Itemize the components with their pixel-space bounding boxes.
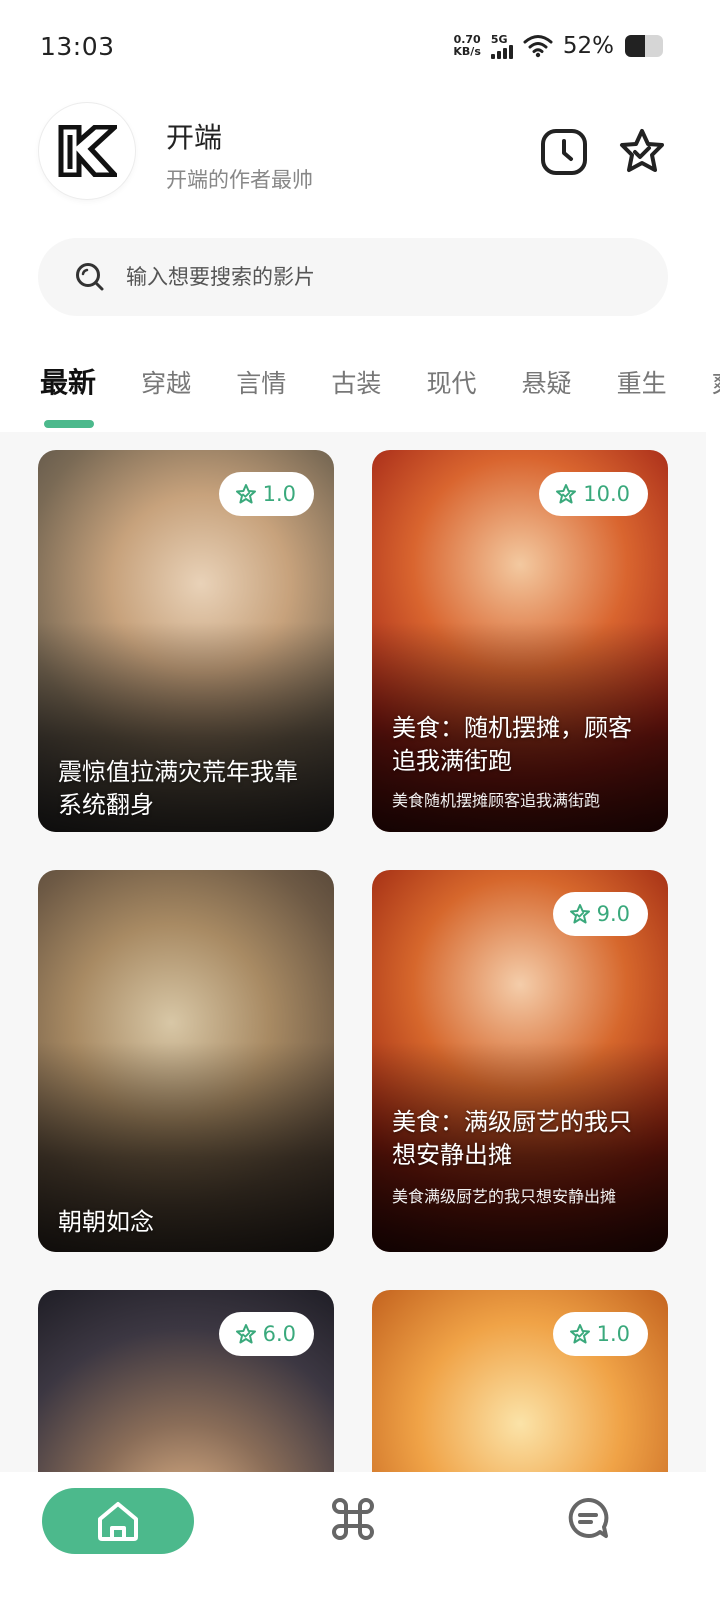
drama-title: 朝朝如念 — [58, 1208, 154, 1236]
search-icon — [74, 261, 106, 293]
status-indicators: 0.70 KB/s 5G 52% — [453, 33, 666, 59]
drama-card[interactable]: 1.0 震惊值拉满灾荒年我靠系统翻身 — [38, 450, 334, 832]
app-header: 开端 开端的作者最帅 — [38, 102, 668, 200]
star-badge-icon — [620, 129, 664, 172]
wifi-icon — [523, 34, 553, 58]
tab-costume[interactable]: 古装 — [331, 357, 381, 430]
drama-card[interactable]: 1.0 — [372, 1290, 668, 1472]
rating-value: 1.0 — [596, 1322, 630, 1346]
status-bar: 13:03 0.70 KB/s 5G 52% — [0, 0, 720, 92]
drama-title: 美食：满级厨艺的我只想安静出摊 — [392, 1108, 632, 1169]
drama-description: 美食随机摆摊顾客追我满街跑 — [392, 791, 601, 810]
app-subtitle: 开端的作者最帅 — [166, 168, 313, 192]
tab-time-travel[interactable]: 穿越 — [141, 357, 191, 430]
nav-home-button[interactable] — [42, 1488, 194, 1554]
drama-description: 美食满级厨艺的我只想安静出摊 — [392, 1187, 617, 1206]
history-button[interactable] — [538, 126, 590, 178]
app-title: 开端 — [166, 121, 223, 154]
star-icon — [569, 1324, 590, 1344]
tab-romance[interactable]: 言情 — [236, 357, 286, 430]
star-icon — [235, 484, 256, 504]
network-speed: 0.70 KB/s — [453, 34, 480, 58]
star-icon — [569, 904, 590, 924]
drama-grid: 1.0 震惊值拉满灾荒年我靠系统翻身 10.0 美食：随机摆摊，顾客追我满街跑 … — [0, 432, 706, 1472]
status-time: 13:03 — [40, 31, 115, 61]
drama-card[interactable]: 朝朝如念 — [38, 870, 334, 1252]
rating-value: 10.0 — [583, 482, 630, 506]
search-bar[interactable] — [38, 238, 668, 316]
clock-icon — [541, 129, 587, 175]
star-icon — [235, 1324, 256, 1344]
tab-mystery[interactable]: 悬疑 — [522, 357, 572, 430]
rating-badge: 10.0 — [539, 472, 648, 516]
tab-modern[interactable]: 现代 — [426, 357, 476, 430]
chat-icon — [568, 1497, 609, 1538]
rating-value: 6.0 — [262, 1322, 296, 1346]
category-tabs: 最新 穿越 言情 古装 现代 悬疑 重生 爽 — [40, 356, 720, 430]
rating-value: 1.0 — [262, 482, 296, 506]
nav-message-button[interactable] — [566, 1496, 610, 1540]
home-icon — [98, 1502, 138, 1541]
rating-badge: 9.0 — [552, 892, 648, 936]
battery-icon — [624, 34, 666, 58]
drama-card[interactable]: 10.0 美食：随机摆摊，顾客追我满街跑 美食随机摆摊顾客追我满街跑 — [372, 450, 668, 832]
k-logo-icon — [38, 102, 136, 200]
drama-card[interactable]: 9.0 美食：满级厨艺的我只想安静出摊 美食满级厨艺的我只想安静出摊 — [372, 870, 668, 1252]
favorites-button[interactable] — [616, 126, 668, 178]
drama-card[interactable]: 6.0 — [38, 1290, 334, 1472]
rating-badge: 1.0 — [218, 472, 314, 516]
search-input[interactable] — [126, 265, 606, 289]
star-icon — [556, 484, 577, 504]
tab-rebirth[interactable]: 重生 — [617, 357, 667, 430]
tab-latest[interactable]: 最新 — [40, 356, 96, 430]
nav-category-button[interactable] — [330, 1496, 376, 1542]
category-icon — [332, 1498, 374, 1540]
drama-title: 震惊值拉满灾荒年我靠系统翻身 — [58, 758, 298, 819]
network-speed-unit: KB/s — [453, 45, 481, 58]
network-type: 5G — [490, 32, 508, 46]
rating-badge: 6.0 — [218, 1312, 314, 1356]
rating-badge: 1.0 — [552, 1312, 648, 1356]
rating-value: 9.0 — [596, 902, 630, 926]
tab-thrill[interactable]: 爽 — [712, 357, 720, 430]
drama-title: 美食：随机摆摊，顾客追我满街跑 — [392, 714, 632, 775]
battery-percent: 52% — [562, 33, 614, 59]
cellular-signal-icon: 5G — [490, 32, 513, 59]
bottom-navigation — [0, 1472, 720, 1600]
